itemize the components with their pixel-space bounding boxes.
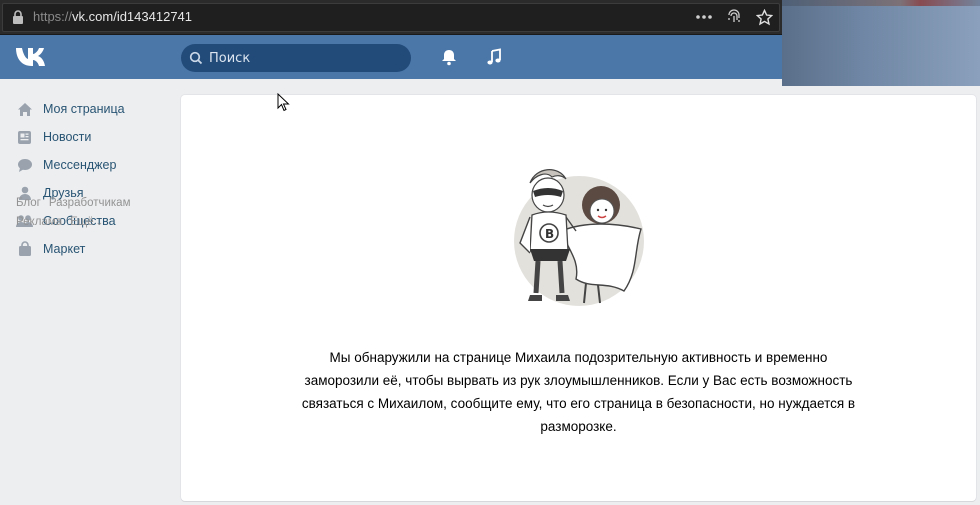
sidebar-item-label: Новости bbox=[43, 130, 92, 144]
more-actions-icon[interactable] bbox=[695, 7, 713, 27]
more-link[interactable]: Ещё ⌄ bbox=[70, 216, 103, 228]
lock-icon bbox=[13, 10, 23, 24]
frozen-page-message: Мы обнаружили на странице Михаила подозр… bbox=[301, 350, 856, 434]
sidebar-item-label: Моя страница bbox=[43, 102, 125, 116]
home-icon bbox=[16, 101, 33, 118]
notifications-bell-icon[interactable] bbox=[438, 46, 460, 68]
browser-address-bar: https://vk.com/id143412741 bbox=[0, 0, 782, 35]
mouse-cursor-icon bbox=[277, 93, 290, 112]
news-icon bbox=[16, 129, 33, 146]
sidebar-item-market[interactable]: Маркет bbox=[0, 235, 170, 263]
blurred-region bbox=[782, 0, 980, 86]
sidebar-item-label: Маркет bbox=[43, 242, 86, 256]
url-field[interactable]: https://vk.com/id143412741 bbox=[2, 3, 780, 32]
blog-link[interactable]: Блог bbox=[16, 197, 41, 209]
vk-logo-icon[interactable] bbox=[15, 46, 49, 68]
bookmark-star-icon[interactable] bbox=[755, 7, 773, 27]
messenger-icon bbox=[16, 157, 33, 174]
url-text: https://vk.com/id143412741 bbox=[33, 9, 193, 24]
sidebar-footer-links: Блог Разработчикам Реклама Ещё ⌄ bbox=[16, 194, 176, 232]
music-note-icon[interactable] bbox=[483, 46, 505, 68]
ads-link[interactable]: Реклама bbox=[16, 216, 62, 228]
sidebar-item-messenger[interactable]: Мессенджер bbox=[0, 151, 170, 179]
frozen-page-illustration: B bbox=[514, 169, 644, 306]
left-sidebar: Моя страница Новости Мессенджер Друзья С… bbox=[0, 95, 170, 263]
search-icon bbox=[189, 51, 203, 65]
svg-text:B: B bbox=[545, 227, 554, 241]
sidebar-item-label: Мессенджер bbox=[43, 158, 117, 172]
search-box[interactable] bbox=[181, 44, 411, 72]
chevron-down-icon: ⌄ bbox=[95, 217, 104, 227]
sidebar-item-my-page[interactable]: Моя страница bbox=[0, 95, 170, 123]
site-header bbox=[0, 35, 782, 79]
market-icon bbox=[16, 241, 33, 258]
main-content-card: B Мы обнаружили на странице Михаила подо… bbox=[181, 95, 976, 501]
developers-link[interactable]: Разработчикам bbox=[49, 197, 131, 209]
fingerprint-icon[interactable] bbox=[725, 7, 743, 27]
search-input[interactable] bbox=[209, 49, 399, 67]
sidebar-item-news[interactable]: Новости bbox=[0, 123, 170, 151]
